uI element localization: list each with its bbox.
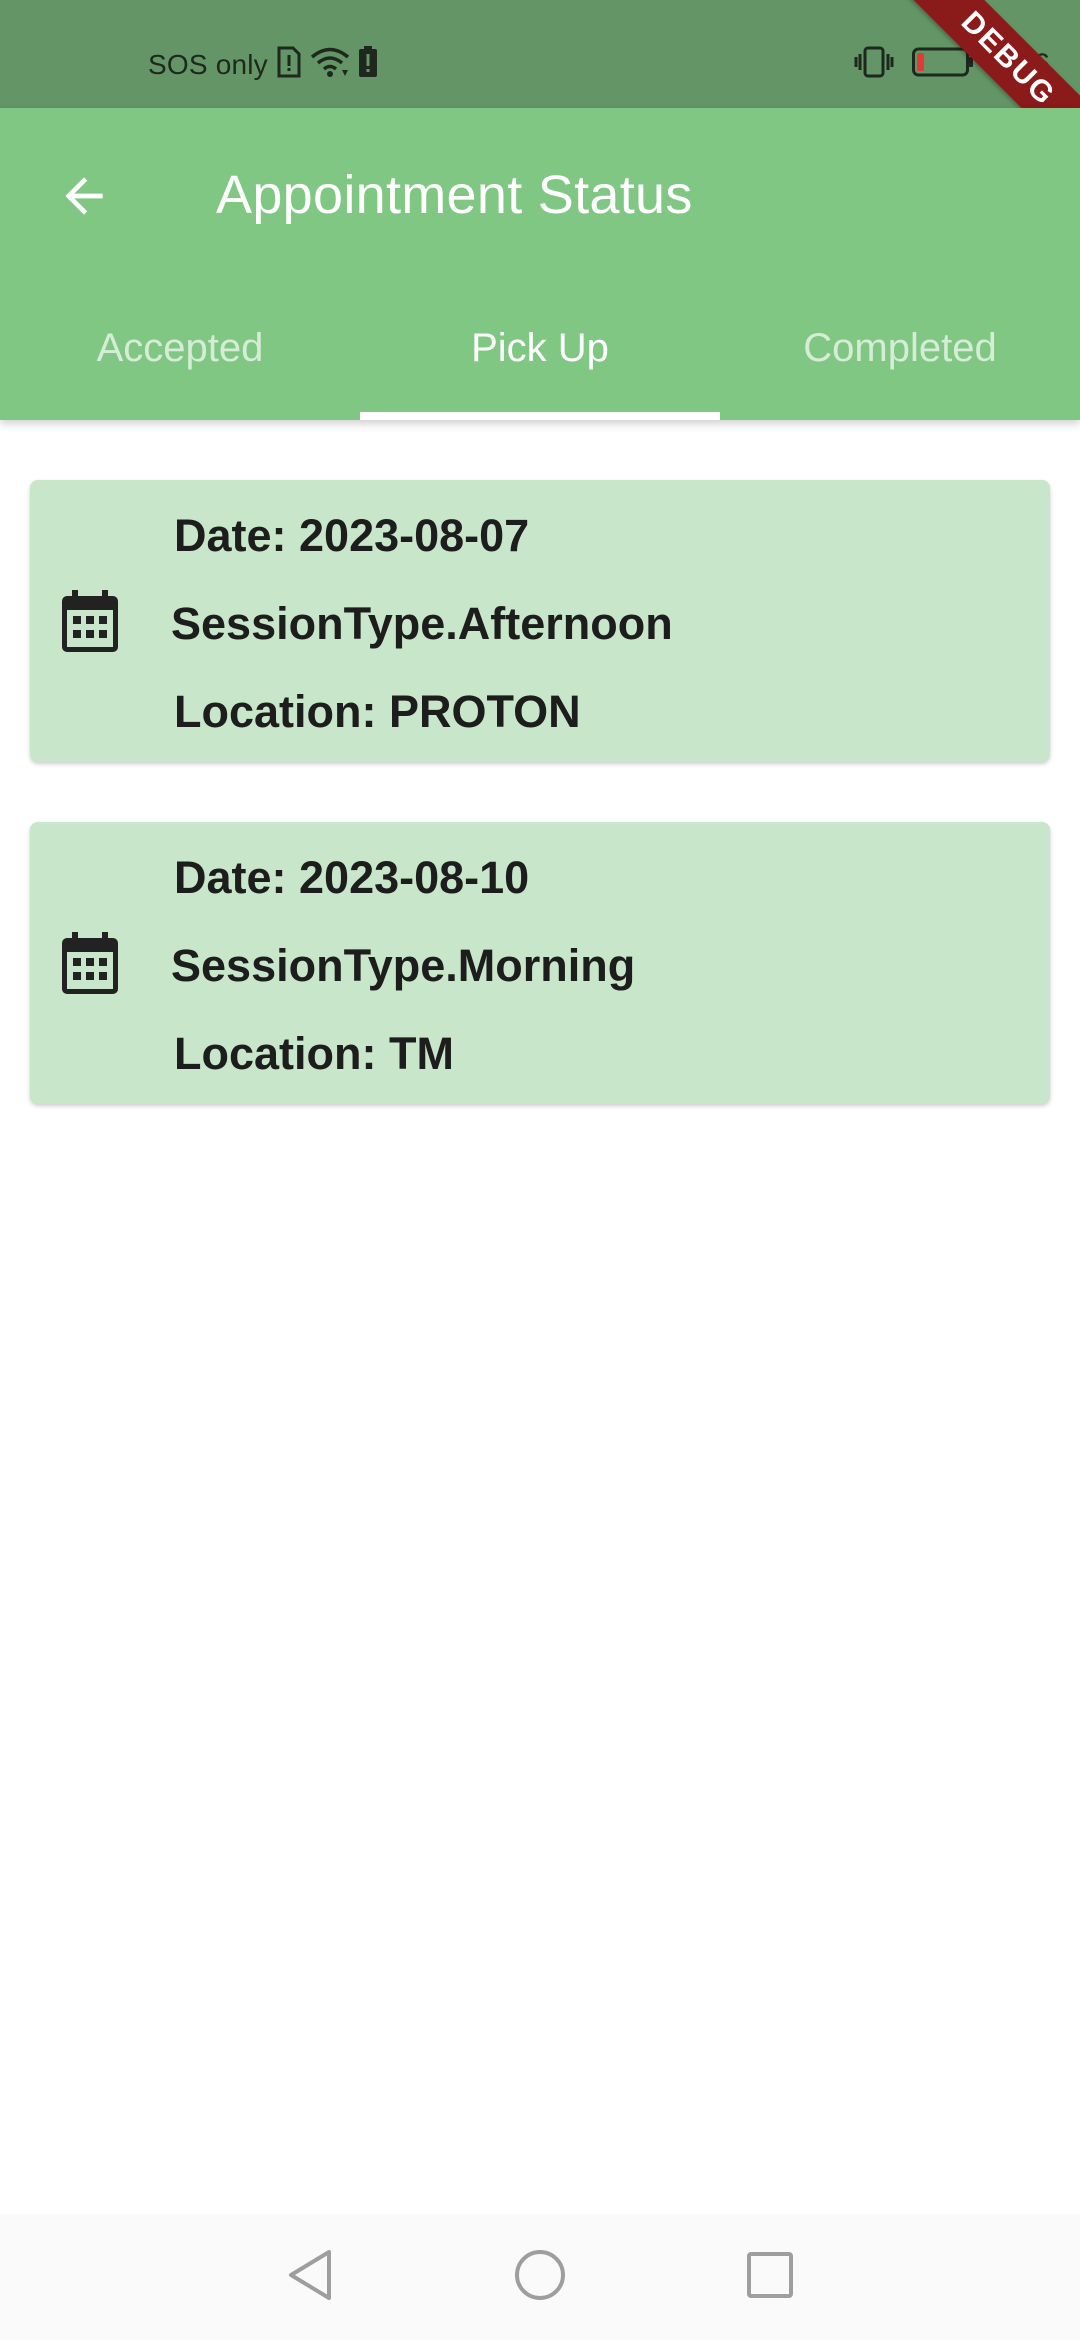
status-left: SOS only [148, 46, 378, 83]
tab-label: Accepted [96, 325, 264, 370]
vibrate-icon [854, 46, 894, 83]
calendar-icon [60, 590, 120, 654]
system-nav-bar [0, 2214, 1080, 2340]
nav-home-button[interactable] [510, 2247, 570, 2307]
page-title: Appointment Status [216, 165, 693, 225]
back-triangle-icon [285, 2248, 335, 2307]
status-bar: SOS only DEBUG [0, 0, 1080, 183]
carrier-text: SOS only [148, 48, 268, 80]
battery-icon [911, 47, 974, 82]
tab-label: Completed [803, 325, 997, 370]
battery-saver-icon [358, 46, 378, 83]
appointment-session: SessionType.Morning [171, 940, 636, 991]
tab-bar: Accepted Pick Up Completed [0, 276, 1080, 420]
appointment-list: Date: 2023-08-07 SessionType.Afternoon L… [30, 480, 1050, 1164]
tab-completed[interactable]: Completed [720, 276, 1080, 420]
arrow-back-icon [56, 168, 112, 229]
appointment-location: Location: TM [174, 1028, 454, 1079]
calendar-icon [60, 932, 120, 996]
tab-accepted[interactable]: Accepted [0, 276, 360, 420]
appointment-card[interactable]: Date: 2023-08-10 SessionType.Morning Loc… [30, 822, 1050, 1104]
wifi-icon [310, 46, 350, 83]
appointment-date: Date: 2023-08-10 [174, 852, 530, 903]
recents-square-icon [745, 2250, 795, 2305]
appointment-location: Location: PROTON [174, 686, 581, 737]
screen: SOS only DEBUG Appointment Status Accept… [0, 0, 1080, 2340]
app-bar: Appointment Status Accepted Pick Up Comp… [0, 108, 1080, 420]
sim-alert-icon [276, 46, 302, 83]
appointment-card[interactable]: Date: 2023-08-07 SessionType.Afternoon L… [30, 480, 1050, 762]
back-button[interactable] [44, 158, 124, 238]
tab-label: Pick Up [471, 325, 609, 370]
tab-indicator [360, 412, 720, 420]
appointment-date: Date: 2023-08-07 [174, 510, 530, 561]
appointment-session: SessionType.Afternoon [171, 598, 673, 649]
home-circle-icon [513, 2248, 567, 2307]
tab-pick-up[interactable]: Pick Up [360, 276, 720, 420]
nav-back-button[interactable] [280, 2247, 340, 2307]
nav-recents-button[interactable] [740, 2247, 800, 2307]
